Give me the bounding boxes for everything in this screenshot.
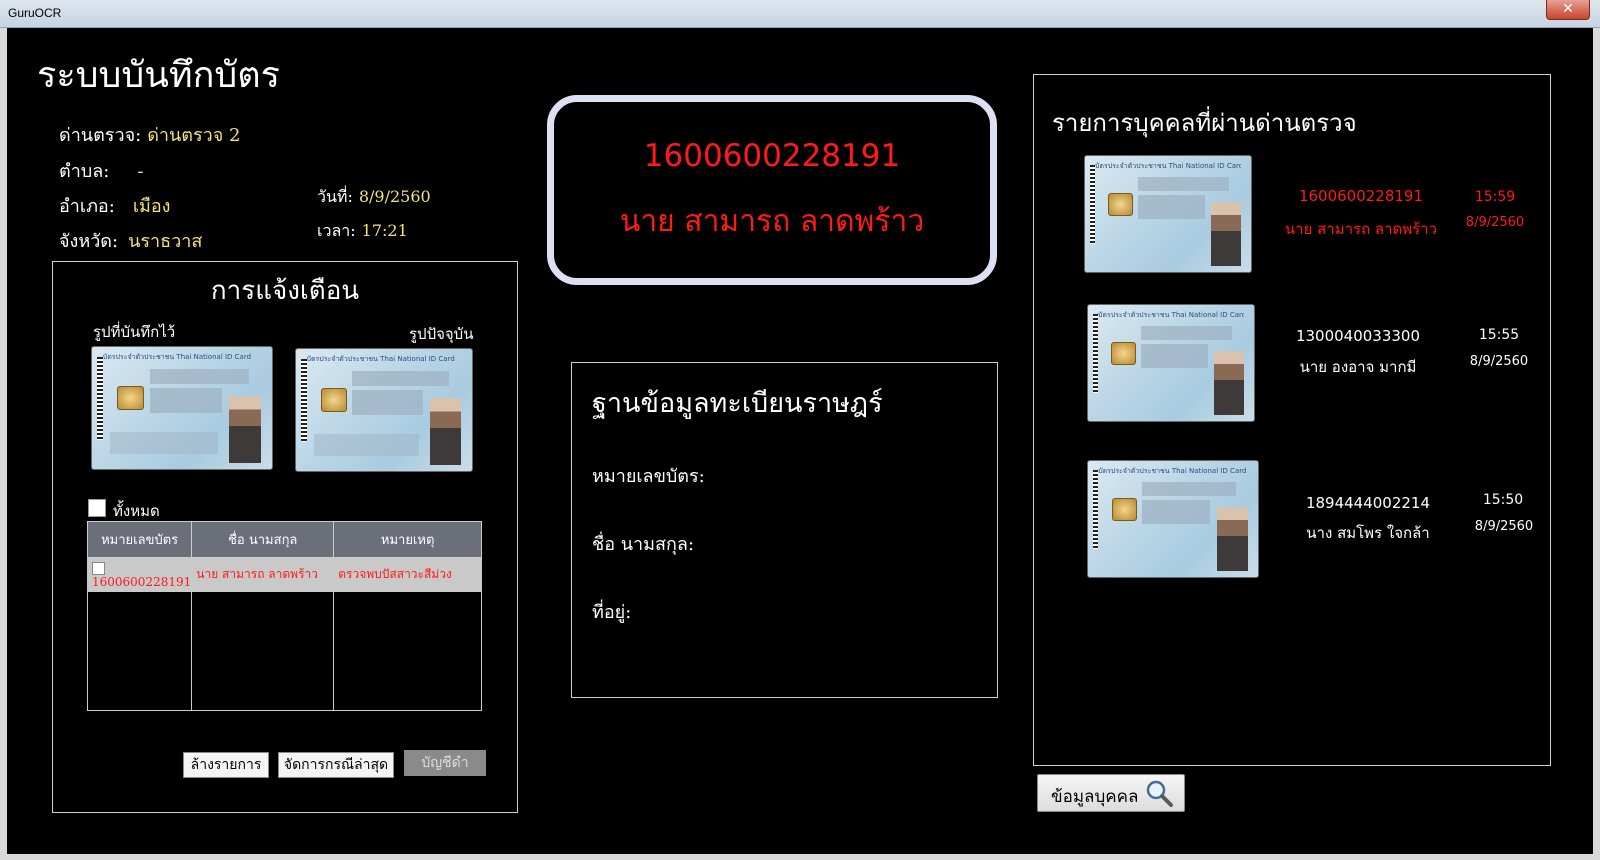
district-row: อำเภอ: เมือง — [59, 191, 170, 220]
person-card-image[interactable]: บัตรประจำตัวประชาชน Thai National ID Car… — [1087, 304, 1255, 422]
card-chip — [1108, 193, 1134, 217]
card-barcode — [1092, 314, 1098, 394]
card-header-text: บัตรประจำตัวประชาชน Thai National ID Car… — [1098, 466, 1247, 475]
clear-list-button[interactable]: ล้างรายการ — [183, 752, 269, 778]
card-photo — [228, 395, 262, 463]
person-card-image[interactable]: บัตรประจำตัวประชาชน Thai National ID Car… — [1087, 460, 1259, 578]
time-label: เวลา: — [317, 221, 356, 240]
person-name: นาย สามารถ ลาดพร้าว — [1284, 220, 1438, 238]
card-header-text: บัตรประจำตัวประชาชน Thai National ID Car… — [1097, 310, 1245, 319]
province-label: จังหวัด: — [59, 231, 119, 252]
alert-table: หมายเลขบัตร ชื่อ นามสกุล หมายเหตุ 160060… — [86, 521, 482, 711]
registry-name-label: ชื่อ นามสกุล: — [592, 534, 695, 555]
select-all-label: ทั้งหมด — [113, 502, 160, 520]
current-id-card-image[interactable]: บัตรประจำตัวประชาชน Thai National ID Car… — [295, 348, 473, 472]
card-photo — [1217, 507, 1248, 572]
card-barcode — [1093, 470, 1099, 550]
person-time: 15:59 — [1474, 189, 1516, 205]
registry-title: ฐานข้อมูลทะเบียนราษฎร์ — [592, 388, 883, 419]
card-chip — [117, 386, 145, 411]
blacklist-button[interactable]: บัญชีดำ — [404, 750, 486, 776]
window-titlebar: GuruOCR ✕ — [0, 0, 1600, 28]
person-info-button[interactable]: ข้อมูลบุคคล — [1037, 774, 1185, 812]
registry-address-label: ที่อยู่: — [592, 602, 632, 623]
card-header-text: บัตรประจำตัวประชาชน Thai National ID Car… — [1094, 161, 1242, 170]
person-id: 1300040033300 — [1295, 327, 1421, 345]
date-row: วันที่: 8/9/2560 — [317, 185, 431, 210]
checkpoint-row: ด่านตรวจ: ด่านตรวจ 2 — [59, 120, 240, 149]
subdistrict-value: - — [137, 161, 144, 182]
column-header-name[interactable]: ชื่อ นามสกุล — [191, 521, 335, 558]
table-cell-note: ตรวจพบปัสสาวะสีม่วง — [333, 557, 482, 592]
time-value: 17:21 — [361, 221, 408, 240]
province-value: นราธวาส — [128, 231, 203, 252]
checkpoint-label: ด่านตรวจ: — [59, 125, 142, 146]
card-chip — [320, 388, 348, 413]
table-cell-id: 1600600228191 — [86, 557, 193, 592]
person-id: 1600600228191 — [1298, 187, 1424, 205]
current-image-caption: รูปปัจจุบัน — [409, 325, 474, 343]
district-value: เมือง — [132, 196, 171, 217]
person-date: 8/9/2560 — [1469, 354, 1529, 369]
column-header-note[interactable]: หมายเหตุ — [333, 521, 482, 558]
card-header-text: บัตรประจำตัวประชาชน Thai National ID Car… — [306, 354, 455, 363]
card-chip — [1111, 342, 1137, 366]
person-card-image[interactable]: บัตรประจำตัวประชาชน Thai National ID Car… — [1084, 155, 1252, 273]
app-title: ระบบบันทึกบัตร — [37, 55, 280, 96]
date-value: 8/9/2560 — [358, 187, 431, 206]
card-barcode — [97, 356, 103, 440]
app-client-area: ระบบบันทึกบัตร ด่านตรวจ: ด่านตรวจ 2 ตำบล:… — [7, 28, 1593, 854]
subdistrict-label: ตำบล: — [59, 161, 110, 182]
person-date: 8/9/2560 — [1474, 519, 1534, 534]
table-cell-name: นาย สามารถ ลาดพร้าว — [191, 557, 335, 592]
card-chip — [1111, 498, 1138, 522]
registry-panel: ฐานข้อมูลทะเบียนราษฎร์ หมายเลขบัตร: ชื่อ… — [571, 362, 998, 698]
checkpoint-value: ด่านตรวจ 2 — [147, 125, 241, 146]
current-person-name: นาย สามารถ ลาดพร้าว — [619, 204, 925, 239]
table-row[interactable]: 1600600228191 นาย สามารถ ลาดพร้าว ตรวจพบ… — [86, 557, 482, 592]
alert-panel: การแจ้งเตือน รูปที่บันทึกไว้ รูปปัจจุบัน… — [52, 261, 518, 813]
current-id-number: 1600600228191 — [643, 138, 901, 174]
province-row: จังหวัด: นราธวาส — [59, 226, 202, 255]
card-photo — [1214, 351, 1245, 416]
district-label: อำเภอ: — [59, 196, 115, 217]
date-label: วันที่: — [317, 187, 353, 206]
saved-image-caption: รูปที่บันทึกไว้ — [93, 323, 176, 341]
person-name: นาย องอาจ มากมี — [1299, 358, 1417, 376]
magnifier-icon — [1146, 780, 1173, 807]
time-row: เวลา: 17:21 — [317, 219, 408, 244]
close-button[interactable]: ✕ — [1546, 0, 1590, 20]
close-icon: ✕ — [1562, 1, 1574, 17]
persons-panel-title: รายการบุคคลที่ผ่านด่านตรวจ — [1052, 109, 1357, 137]
person-time: 15:55 — [1478, 327, 1520, 343]
saved-id-card-image[interactable]: บัตรประจำตัวประชาชน Thai National ID Car… — [91, 346, 273, 470]
card-header-text: บัตรประจำตัวประชาชน Thai National ID Car… — [102, 352, 252, 361]
row-id: 1600600228191 — [92, 574, 192, 589]
registry-id-label: หมายเลขบัตร: — [592, 466, 705, 487]
card-photo — [429, 397, 462, 465]
subdistrict-row: ตำบล: - — [59, 156, 143, 185]
card-barcode — [1089, 165, 1095, 245]
person-info-button-label: ข้อมูลบุคคล — [1051, 787, 1139, 807]
person-time: 15:50 — [1482, 492, 1524, 508]
person-date: 8/9/2560 — [1465, 215, 1525, 230]
window-title: GuruOCR — [8, 6, 62, 20]
table-empty-area — [86, 591, 482, 711]
persons-panel: รายการบุคคลที่ผ่านด่านตรวจ บัตรประจำตัวป… — [1033, 74, 1551, 766]
select-all-checkbox[interactable] — [88, 499, 106, 517]
row-checkbox[interactable] — [92, 561, 105, 575]
person-id: 1894444002214 — [1305, 494, 1431, 512]
current-scan-display: 1600600228191 นาย สามารถ ลาดพร้าว — [547, 95, 997, 285]
handle-latest-button[interactable]: จัดการกรณีล่าสุด — [278, 752, 394, 778]
card-photo — [1211, 202, 1242, 267]
alert-panel-title: การแจ้งเตือน — [210, 276, 360, 306]
person-name: นาง สมโพร ใจกล้า — [1306, 524, 1430, 542]
card-barcode — [301, 358, 307, 442]
column-header-id[interactable]: หมายเลขบัตร — [86, 521, 193, 558]
